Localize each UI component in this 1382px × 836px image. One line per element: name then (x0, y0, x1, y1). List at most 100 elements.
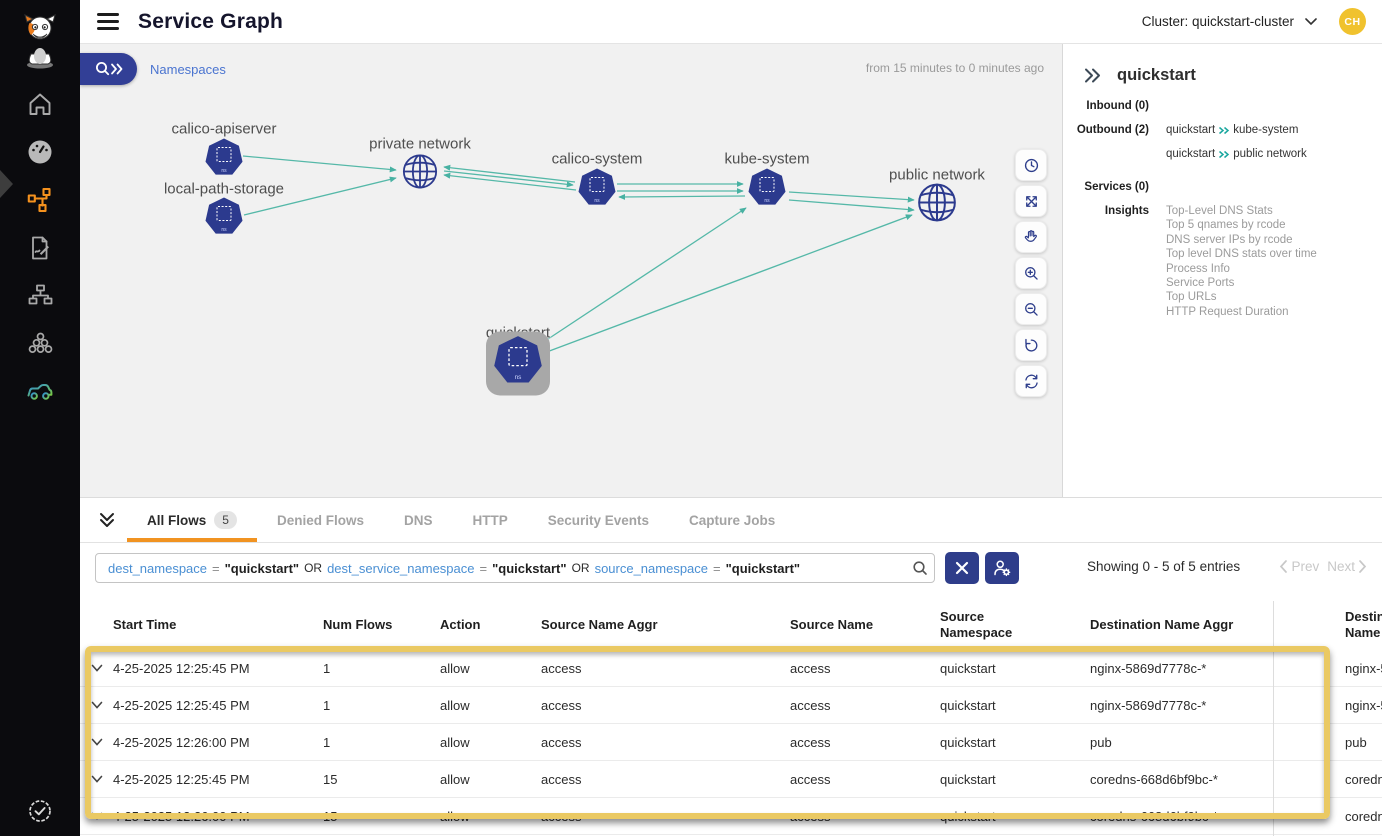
outbound-from: quickstart (1166, 123, 1215, 138)
page-title: Service Graph (138, 10, 283, 34)
tab-denied-flows[interactable]: Denied Flows (257, 498, 384, 542)
table-header: Start Time Num Flows Action Source Name … (80, 601, 1382, 649)
col-num-flows[interactable]: Num Flows (323, 617, 440, 633)
flows-tabs-row: All Flows 5 Denied Flows DNS HTTP Securi… (80, 498, 1382, 543)
verified-icon[interactable] (26, 797, 54, 830)
insight-item: Top URLs (1166, 290, 1317, 304)
expand-row-button[interactable] (91, 738, 113, 747)
refresh-button[interactable] (1015, 365, 1047, 397)
chevron-down-icon (91, 701, 103, 710)
main-area: calico-apiserver local-path-storage priv… (80, 44, 1382, 497)
namespace-node-quickstart[interactable]: ns (492, 334, 544, 393)
search-icon[interactable] (912, 560, 928, 576)
outbound-from: quickstart (1166, 147, 1215, 162)
namespace-node-kube-system[interactable]: ns (747, 167, 787, 214)
chevron-down-icon (91, 738, 103, 747)
time-settings-button[interactable] (1015, 149, 1047, 181)
col-source-namespace[interactable]: Source Namespace (940, 609, 1090, 641)
namespace-node-local-path-storage[interactable]: ns (204, 196, 244, 243)
table-row[interactable]: 4-25-2025 12:26:00 PM 1 allow access acc… (80, 724, 1382, 761)
tab-capture-jobs[interactable]: Capture Jobs (669, 498, 795, 542)
expand-row-button[interactable] (91, 664, 113, 673)
tab-all-flows[interactable]: All Flows 5 (127, 498, 257, 542)
namespace-node-calico-apiserver[interactable]: ns (204, 137, 244, 184)
table-row[interactable]: 4-25-2025 12:25:45 PM 15 allow access ac… (80, 761, 1382, 798)
node-label: calico-system (552, 151, 643, 168)
home-icon[interactable] (26, 90, 54, 123)
col-action[interactable]: Action (440, 617, 541, 633)
namespace-node-calico-system[interactable]: ns (577, 167, 617, 214)
fit-view-button[interactable] (1015, 185, 1047, 217)
services-label: Services (0) (1063, 180, 1149, 195)
zoom-out-icon (1022, 300, 1041, 319)
active-nav-notch (0, 170, 13, 198)
table-row[interactable]: 4-25-2025 12:25:45 PM 1 allow access acc… (80, 687, 1382, 724)
svg-text:ns: ns (764, 198, 770, 204)
dashboard-icon[interactable] (26, 138, 54, 171)
outbound-to: kube-system (1233, 123, 1298, 138)
network-node-public[interactable] (916, 182, 958, 229)
menu-icon[interactable] (97, 9, 119, 34)
prev-button[interactable]: Prev (1279, 559, 1319, 574)
collapse-flows-button[interactable] (98, 512, 116, 528)
car-icon[interactable] (25, 377, 55, 410)
insight-item: DNS server IPs by rcode (1166, 233, 1317, 247)
insight-item: Process Info (1166, 262, 1317, 276)
zoom-in-button[interactable] (1015, 257, 1047, 289)
insights-label: Insights (1063, 204, 1149, 319)
outbound-to: public network (1233, 147, 1307, 162)
tab-security-events[interactable]: Security Events (528, 498, 669, 542)
col-start-time[interactable]: Start Time (113, 617, 323, 633)
clear-filter-button[interactable] (945, 552, 979, 584)
undo-layout-button[interactable] (1015, 329, 1047, 361)
col-dest-name[interactable]: Destination Name (1345, 609, 1382, 641)
flow-count-badge: 5 (214, 511, 237, 529)
breadcrumb[interactable]: Namespaces (150, 62, 226, 77)
table-row[interactable]: 4-25-2025 12:26:00 PM 15 allow access ac… (80, 798, 1382, 835)
col-source-name-aggr[interactable]: Source Name Aggr (541, 617, 790, 633)
outbound-label: Outbound (2) (1063, 123, 1149, 171)
table-row[interactable]: 4-25-2025 12:25:45 PM 1 allow access acc… (80, 650, 1382, 687)
topbar: Service Graph Cluster: quickstart-cluste… (80, 0, 1382, 44)
pagination-summary: Showing 0 - 5 of 5 entries (1087, 559, 1240, 574)
svg-text:ns: ns (594, 198, 600, 204)
node-details-panel: quickstart Inbound (0) Outbound (2) quic… (1062, 44, 1382, 497)
collapse-panel-button[interactable] (1084, 67, 1101, 84)
cluster-selector-label: Cluster: quickstart-cluster (1142, 14, 1294, 29)
customize-columns-button[interactable] (985, 552, 1019, 584)
svg-text:ns: ns (515, 374, 522, 381)
pinned-column-divider (1273, 601, 1274, 836)
inbound-label: Inbound (0) (1063, 99, 1149, 114)
tab-dns[interactable]: DNS (384, 498, 453, 542)
double-chevron-right-icon (112, 65, 122, 74)
time-range-label: from 15 minutes to 0 minutes ago (866, 61, 1044, 75)
components-icon[interactable] (26, 330, 54, 363)
service-graph-canvas[interactable]: calico-apiserver local-path-storage priv… (80, 44, 1062, 497)
service-graph-icon[interactable] (26, 186, 54, 219)
clock-icon (1022, 156, 1041, 175)
filter-query-input[interactable]: dest_namespace = "quickstart" OR dest_se… (95, 553, 935, 583)
chevron-down-icon (1305, 18, 1317, 26)
outbound-entry: quickstart public network (1166, 147, 1307, 162)
expand-row-button[interactable] (91, 775, 113, 784)
next-button[interactable]: Next (1327, 559, 1367, 574)
cluster-selector[interactable]: Cluster: quickstart-cluster (1142, 14, 1317, 29)
col-dest-name-aggr[interactable]: Destination Name Aggr (1090, 617, 1345, 633)
zoom-in-icon (1022, 264, 1041, 283)
policies-icon[interactable] (26, 234, 54, 267)
network-icon[interactable] (26, 282, 54, 315)
flow-direction-icon (1218, 150, 1230, 159)
col-source-name[interactable]: Source Name (790, 617, 940, 633)
user-gear-icon (993, 559, 1011, 577)
avatar[interactable]: CH (1339, 8, 1366, 35)
network-node-private[interactable] (401, 153, 439, 196)
graph-search-button[interactable] (80, 53, 137, 85)
svg-text:ns: ns (221, 227, 227, 233)
expand-row-button[interactable] (91, 812, 113, 821)
refresh-icon (1022, 372, 1041, 391)
pan-button[interactable] (1015, 221, 1047, 253)
zoom-out-button[interactable] (1015, 293, 1047, 325)
graph-toolbar (1015, 149, 1047, 397)
tab-http[interactable]: HTTP (452, 498, 527, 542)
expand-row-button[interactable] (91, 701, 113, 710)
